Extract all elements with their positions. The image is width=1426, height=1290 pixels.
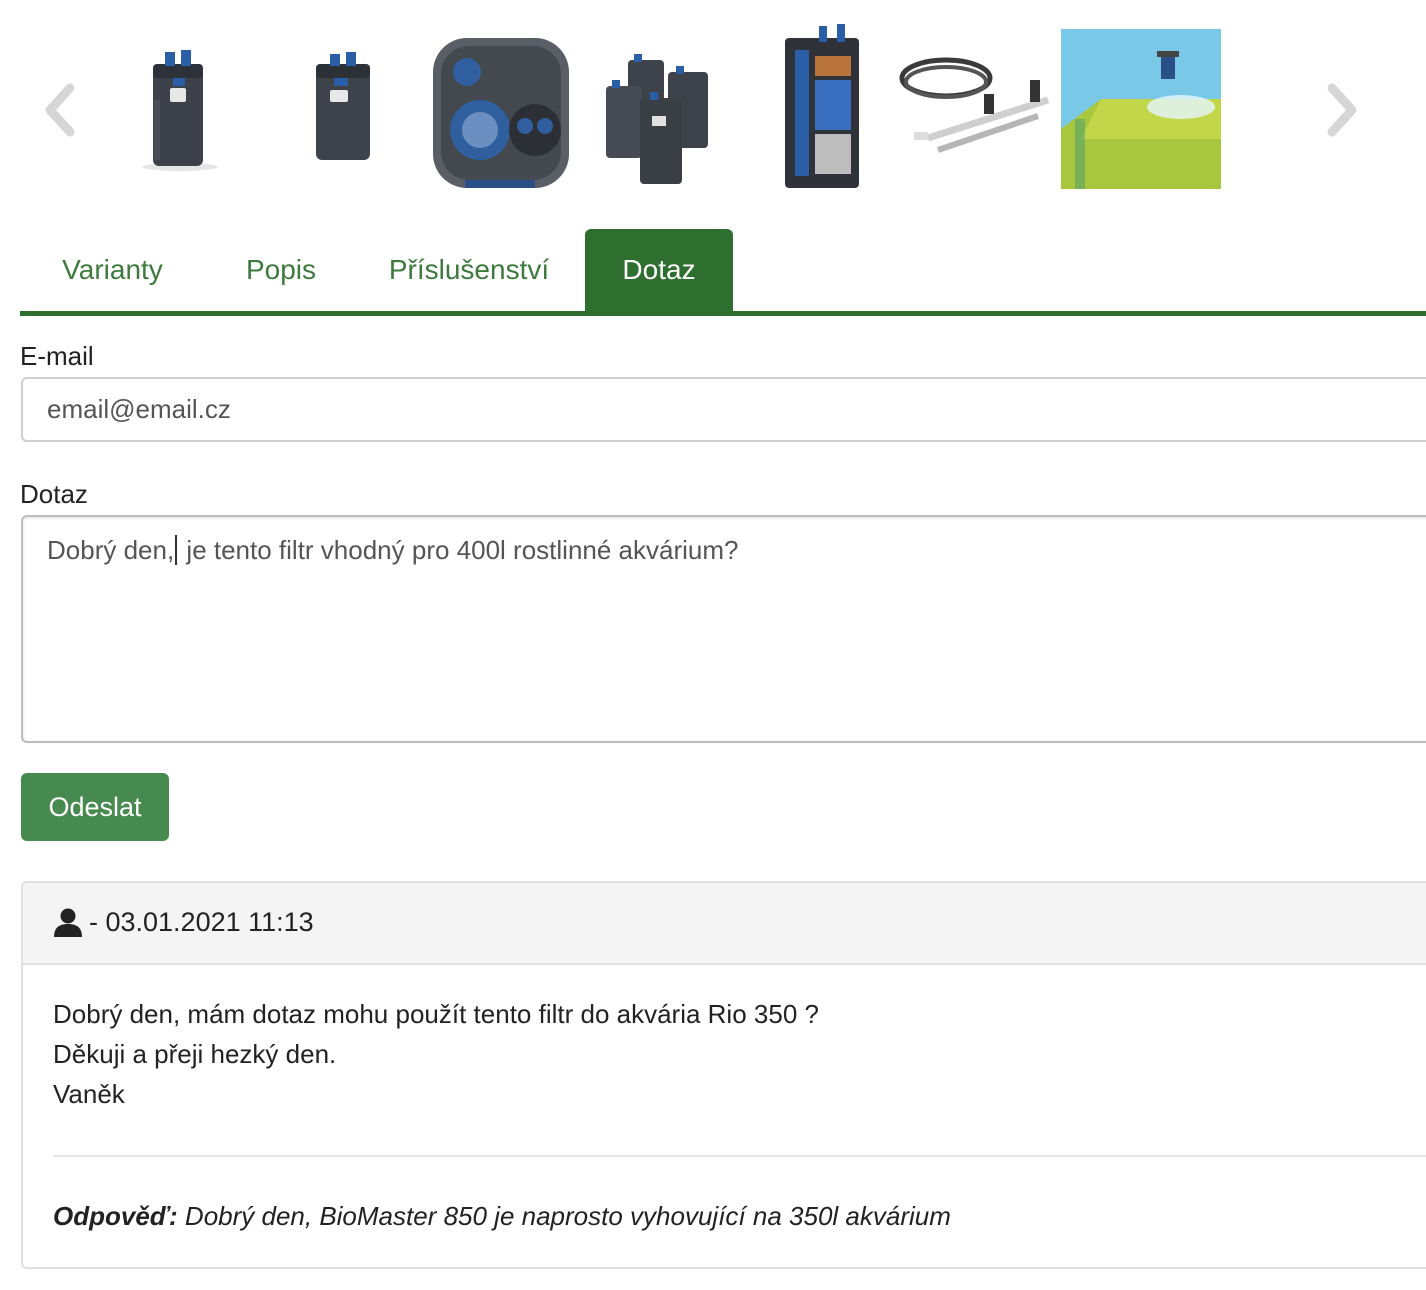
question-textarea[interactable]: Dobrý den, je tento filtr vhodný pro 400… (21, 515, 1426, 743)
question-text-before-caret: Dobrý den, (47, 535, 175, 565)
answer-body: Dobrý den, BioMaster 850 je naprosto vyh… (177, 1201, 951, 1231)
thumbnail-filter-family[interactable] (600, 20, 720, 200)
answer-separator (53, 1155, 1426, 1157)
tab-popis[interactable]: Popis (225, 229, 337, 311)
chevron-right-icon[interactable] (1322, 80, 1362, 140)
thumbnail-filter-cutaway[interactable] (775, 20, 870, 200)
tab-dotaz[interactable]: Dotaz (585, 229, 733, 311)
question-line-3: Vaněk (53, 1079, 125, 1109)
thumbnail-filter-lid-top[interactable] (425, 20, 575, 200)
product-gallery (0, 20, 1426, 200)
thumbnail-hoses-accessories[interactable] (898, 20, 1058, 200)
question-meta: - 03.01.2021 11:13 (89, 907, 314, 937)
submit-button[interactable]: Odeslat (21, 773, 169, 841)
email-field[interactable] (21, 377, 1426, 442)
question-line-2: Děkuji a přeji hezký den. (53, 1039, 337, 1069)
product-tabs: Varianty Popis Příslušenství Dotaz (20, 229, 1426, 316)
question-line-1: Dobrý den, mám dotaz mohu použít tento f… (53, 999, 819, 1029)
text-caret (175, 535, 178, 565)
tab-varianty[interactable]: Varianty (40, 229, 185, 311)
chevron-left-icon[interactable] (40, 80, 80, 140)
thumbnail-aquarium-outflow[interactable] (1061, 29, 1221, 189)
user-icon (54, 908, 82, 937)
question-panel-header: - 03.01.2021 11:13 (23, 883, 1426, 965)
tabs-underline (20, 311, 1426, 316)
question-label: Dotaz (20, 479, 88, 509)
email-label: E-mail (20, 341, 94, 371)
thumbnail-filter-angle[interactable] (300, 20, 380, 200)
thumbnail-filter-front[interactable] (140, 20, 220, 200)
question-panel: - 03.01.2021 11:13 Dobrý den, mám dotaz … (21, 881, 1426, 1269)
answer-text: Odpověď: Dobrý den, BioMaster 850 je nap… (53, 1201, 951, 1232)
answer-label: Odpověď: (53, 1201, 178, 1231)
tab-prislusenstvi[interactable]: Příslušenství (380, 229, 558, 311)
question-text-after-caret: je tento filtr vhodný pro 400l rostlinné… (179, 535, 739, 565)
